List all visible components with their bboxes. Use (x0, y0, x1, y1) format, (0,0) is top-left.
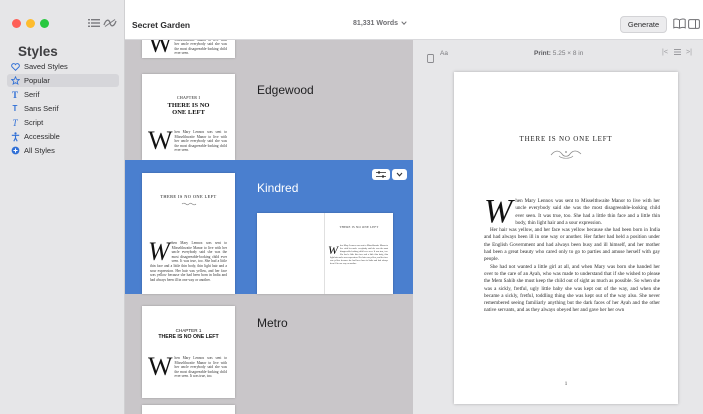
word-count-label: 81,331 Words (353, 20, 399, 27)
sidebar-item-popular[interactable]: Popular (7, 74, 119, 87)
page-list-icon[interactable] (674, 49, 681, 57)
list-view-icon[interactable] (86, 15, 102, 31)
spread-dropcap: W (328, 243, 338, 257)
book-spread-icon[interactable] (672, 17, 686, 30)
sidebar-item-label: All Styles (24, 146, 55, 155)
print-size-value: 5.25 × 8 in (552, 50, 584, 57)
thumbnail-dropcap: W (148, 352, 173, 381)
thumbnail-title: THERE IS NO ONE LEFT (160, 194, 217, 199)
thumbnail-dropcap: W (148, 126, 173, 155)
adjust-style-button[interactable] (372, 169, 390, 180)
page-number: 1 (564, 382, 568, 387)
page-body-text: W hen Mary Lennox was sent to Misselthwa… (484, 193, 660, 315)
paragraph: Her hair was yellow, and her face was ye… (484, 227, 660, 263)
style-row-edgewood[interactable]: CHAPTER I THERE IS NO ONE LEFT W hen Mar… (125, 62, 413, 160)
print-size-info[interactable]: Print: 5.25 × 8 in (534, 50, 583, 57)
preview-header: Generate (413, 0, 703, 40)
minimize-window-button[interactable] (26, 19, 35, 28)
chapter-heading: THERE IS NO ONE LEFT (519, 135, 613, 143)
sans-t-icon: T (12, 104, 18, 113)
paragraph: She had not wanted a little girl at all,… (484, 263, 660, 314)
sidebar-item-label: Sans Serif (24, 104, 59, 113)
style-name-edgewood: Edgewood (257, 83, 314, 97)
sidebar-item-accessible[interactable]: Accessible (7, 130, 119, 143)
sidebar-toggle-icon[interactable] (687, 17, 701, 30)
word-count-dropdown[interactable]: 81,331 Words (353, 20, 407, 27)
style-list-panel: W hen Mary Lennox was sent to Misselthwa… (125, 0, 413, 414)
style-name-metro: Metro (257, 316, 288, 330)
spread-title: THERE IS NO ONE LEFT (339, 225, 379, 229)
two-page-spread-preview: THERE IS NO ONE LEFT W hen Mary Lennox w… (257, 213, 393, 294)
document-title: Secret Garden (132, 20, 191, 30)
thumbnail-chapter: CHAPTER I (176, 95, 201, 100)
font-size-button[interactable]: Aa (440, 50, 448, 57)
serif-t-icon: T (11, 89, 18, 100)
ornament-icon (181, 202, 196, 206)
sidebar-item-all-styles[interactable]: All Styles (7, 144, 119, 157)
page-dropcap: W (484, 193, 513, 230)
style-thumbnail: CHAPTER 1 THERE IS NO ONE LEFT W hen Mar… (142, 306, 235, 398)
style-options-dropdown[interactable] (392, 169, 407, 180)
sidebar-title: Styles (18, 44, 58, 59)
document-header: Secret Garden 81,331 Words (125, 0, 413, 40)
last-page-icon[interactable]: >| (686, 49, 692, 56)
thumbnail-title: THERE IS NO ONE LEFT (158, 334, 219, 340)
sidebar-item-label: Accessible (24, 132, 60, 141)
sidebar-item-script[interactable]: T Script (7, 116, 119, 129)
sidebar: Styles Saved Styles Popular T Serif T Sa… (0, 0, 125, 414)
print-label: Print: (534, 50, 551, 57)
sidebar-item-serif[interactable]: T Serif (7, 88, 119, 101)
ornament-icon (550, 150, 582, 159)
style-thumbnail: CHAPTER I THERE IS NO ONE LEFT W hen Mar… (142, 74, 235, 160)
device-icon[interactable] (427, 50, 434, 68)
preview-subbar: Aa Print: 5.25 × 8 in |< >| (413, 41, 703, 67)
close-window-button[interactable] (12, 19, 21, 28)
book-page-preview: THERE IS NO ONE LEFT W hen Mary Lennox w… (454, 72, 678, 404)
sidebar-item-label: Saved Styles (24, 62, 68, 71)
thumbnail-chapter: CHAPTER 1 (175, 328, 202, 333)
generate-button[interactable]: Generate (620, 16, 667, 33)
style-row-metro[interactable]: CHAPTER 1 THERE IS NO ONE LEFT W hen Mar… (125, 294, 413, 398)
sidebar-list: Saved Styles Popular T Serif T Sans Seri… (7, 60, 119, 158)
style-row-partial-bottom[interactable] (125, 398, 413, 414)
sidebar-item-label: Script (24, 118, 44, 127)
first-page-icon[interactable]: |< (662, 49, 668, 56)
plus-circle-icon (10, 146, 20, 156)
chevron-down-icon (396, 172, 403, 177)
style-thumbnail: THERE IS NO ONE LEFT W hen Mary Lennox w… (142, 173, 235, 294)
spread-gutter (324, 213, 325, 294)
sidebar-item-saved-styles[interactable]: Saved Styles (7, 60, 119, 73)
star-icon (10, 76, 20, 86)
style-row-controls (370, 169, 407, 180)
thumbnail-title: THERE IS NO ONE LEFT (167, 102, 210, 116)
style-row-partial-top[interactable]: W hen Mary Lennox was sent to Misselthwa… (125, 32, 413, 62)
sidebar-item-label: Serif (24, 90, 40, 99)
style-row-kindred[interactable]: THERE IS NO ONE LEFT W hen Mary Lennox w… (125, 160, 413, 294)
zoom-window-button[interactable] (40, 19, 49, 28)
heart-icon (10, 62, 20, 72)
chevron-down-icon (401, 21, 407, 25)
preview-panel: Generate Aa Print: 5.25 × 8 in |< >| THE… (413, 0, 703, 414)
script-t-icon: T (12, 117, 18, 128)
style-name-kindred: Kindred (257, 181, 299, 195)
style-glyph-icon[interactable] (102, 15, 118, 31)
thumbnail-dropcap: W (148, 237, 170, 266)
sidebar-item-label: Popular (24, 76, 50, 85)
sliders-icon (376, 171, 386, 178)
sidebar-item-sans-serif[interactable]: T Sans Serif (7, 102, 119, 115)
accessibility-icon (10, 131, 20, 142)
style-thumbnail (142, 405, 235, 414)
